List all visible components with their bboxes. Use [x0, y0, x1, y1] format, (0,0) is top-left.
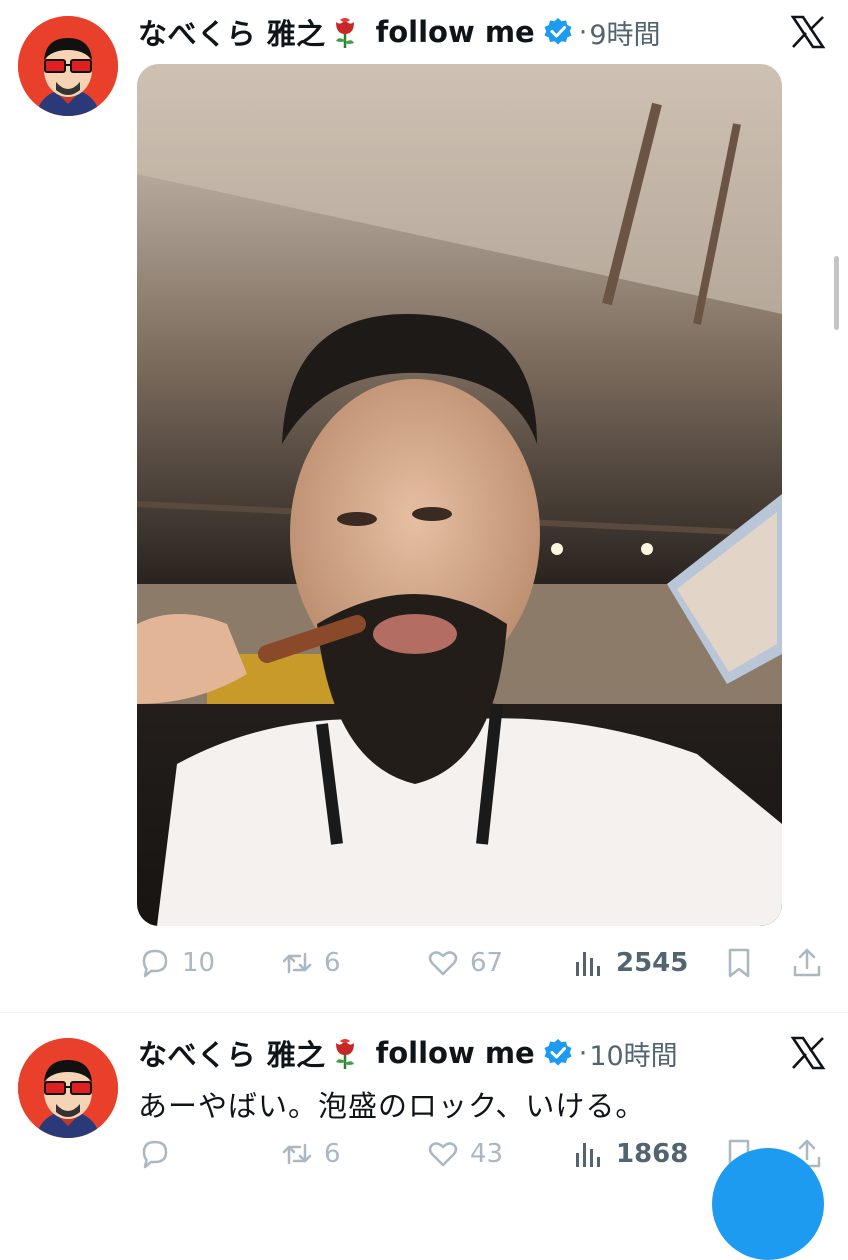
retweet-button[interactable]: 6: [280, 1137, 341, 1171]
compose-button[interactable]: [712, 1148, 824, 1260]
rose-icon: [330, 1035, 360, 1071]
reply-button[interactable]: 10: [138, 946, 215, 980]
views-count: 1868: [616, 1139, 689, 1169]
tweet-text: あーやばい。泡盛のロック、いける。: [138, 1089, 646, 1123]
rose-icon: [330, 14, 360, 50]
avatar[interactable]: [18, 16, 118, 116]
retweet-icon: [280, 946, 314, 980]
like-count: 43: [470, 1139, 504, 1169]
display-name[interactable]: なべくら 雅之: [138, 1032, 326, 1074]
name-suffix: follow me: [375, 1036, 535, 1070]
retweet-count: 6: [324, 948, 341, 978]
tweet-time[interactable]: 10時間: [589, 1034, 677, 1073]
name-suffix: follow me: [375, 15, 535, 49]
share-icon: [790, 946, 824, 980]
avatar[interactable]: [18, 1038, 118, 1138]
like-icon: [426, 946, 460, 980]
views-count: 2545: [616, 948, 689, 978]
x-logo-icon[interactable]: [790, 1035, 826, 1071]
share-button[interactable]: [790, 946, 834, 980]
views-icon: [572, 946, 606, 980]
tweet-time-separator: ·: [578, 1037, 588, 1069]
like-button[interactable]: 67: [426, 946, 503, 980]
x-logo-icon[interactable]: [790, 14, 826, 50]
retweet-count: 6: [324, 1139, 341, 1169]
bookmark-button[interactable]: [722, 946, 766, 980]
reply-icon: [138, 946, 172, 980]
like-count: 67: [470, 948, 504, 978]
tweet-time-separator: ·: [578, 16, 588, 48]
reply-count: 10: [182, 948, 216, 978]
tweet-photo[interactable]: [137, 64, 782, 926]
scrollbar[interactable]: [834, 256, 839, 330]
tweet-time[interactable]: 9時間: [589, 13, 660, 52]
tweet-header: なべくら 雅之 follow me · 9時間: [138, 10, 661, 54]
like-icon: [426, 1137, 460, 1171]
retweet-icon: [280, 1137, 314, 1171]
verified-badge-icon: [543, 1038, 573, 1068]
display-name[interactable]: なべくら 雅之: [138, 11, 326, 53]
bookmark-icon: [722, 946, 756, 980]
reply-button[interactable]: [138, 1137, 182, 1171]
views-button[interactable]: 2545: [572, 946, 688, 980]
tweet-actions: 10 6 67 2545: [138, 946, 828, 986]
views-button[interactable]: 1868: [572, 1137, 688, 1171]
retweet-button[interactable]: 6: [280, 946, 341, 980]
like-button[interactable]: 43: [426, 1137, 503, 1171]
verified-badge-icon: [543, 17, 573, 47]
views-icon: [572, 1137, 606, 1171]
tweet-header: なべくら 雅之 follow me · 10時間: [138, 1031, 678, 1075]
tweet[interactable]: なべくら 雅之 follow me · 9時間 10 6 67 2545: [0, 0, 848, 1012]
reply-icon: [138, 1137, 172, 1171]
